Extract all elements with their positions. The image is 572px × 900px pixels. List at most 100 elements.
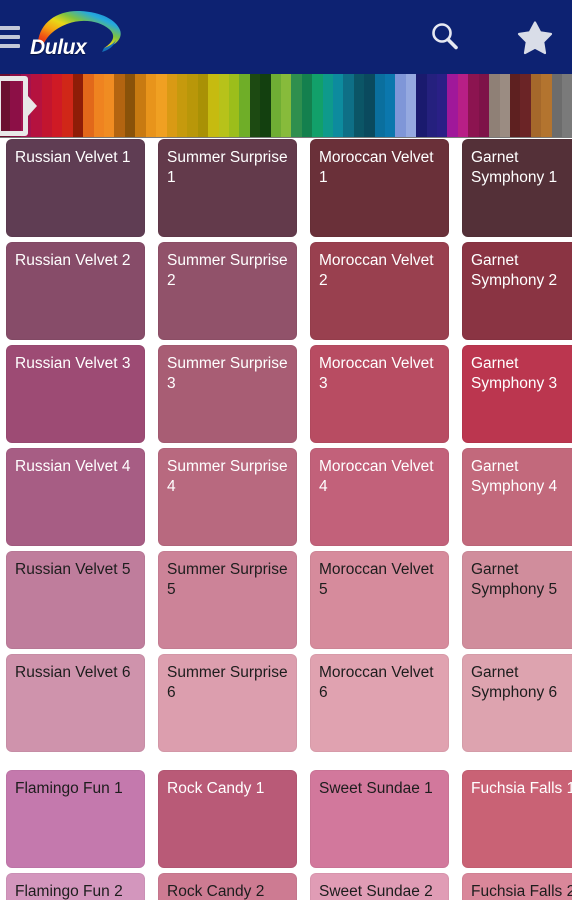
hamburger-bar bbox=[0, 35, 20, 39]
colour-swatch[interactable]: Moroccan Velvet 4 bbox=[310, 448, 449, 546]
spectrum-band[interactable] bbox=[249, 74, 261, 137]
spectrum-band[interactable] bbox=[52, 74, 63, 137]
spectrum-band[interactable] bbox=[499, 74, 510, 137]
colour-swatch[interactable]: Summer Surprise 5 bbox=[158, 551, 297, 649]
spectrum-band[interactable] bbox=[83, 74, 94, 137]
spectrum-band[interactable] bbox=[62, 74, 73, 137]
spectrum-band[interactable] bbox=[489, 74, 500, 137]
search-button[interactable] bbox=[424, 16, 466, 58]
spectrum-band[interactable] bbox=[176, 74, 188, 137]
spectrum-band[interactable] bbox=[301, 74, 313, 137]
spectrum-band[interactable] bbox=[468, 74, 479, 137]
spectrum-band[interactable] bbox=[104, 74, 115, 137]
spectrum-band[interactable] bbox=[270, 74, 281, 137]
spectrum-band[interactable] bbox=[312, 74, 323, 137]
colour-swatch[interactable]: Russian Velvet 6 bbox=[6, 654, 145, 752]
spectrum-band[interactable] bbox=[353, 74, 365, 137]
spectrum-band[interactable] bbox=[239, 74, 250, 137]
favourites-button[interactable] bbox=[514, 16, 556, 58]
spectrum-band[interactable] bbox=[72, 74, 84, 137]
spectrum-band[interactable] bbox=[260, 74, 271, 137]
spectrum-band[interactable] bbox=[0, 74, 11, 137]
spectrum-band[interactable] bbox=[385, 74, 396, 137]
spectrum-band[interactable] bbox=[457, 74, 469, 137]
colour-swatch[interactable]: Rock Candy 2 bbox=[158, 873, 297, 900]
colour-swatch[interactable]: Flamingo Fun 2 bbox=[6, 873, 145, 900]
spectrum-band[interactable] bbox=[218, 74, 229, 137]
app-header: Dulux bbox=[0, 0, 572, 74]
colour-swatch-label: Russian Velvet 6 bbox=[15, 664, 131, 681]
spectrum-band[interactable] bbox=[31, 74, 42, 137]
colour-swatch[interactable]: Moroccan Velvet 5 bbox=[310, 551, 449, 649]
colour-swatch[interactable]: Moroccan Velvet 1 bbox=[310, 139, 449, 237]
hamburger-menu-icon[interactable] bbox=[0, 26, 20, 48]
colour-swatch[interactable]: Moroccan Velvet 2 bbox=[310, 242, 449, 340]
colour-swatch[interactable]: Russian Velvet 3 bbox=[6, 345, 145, 443]
colour-swatch[interactable]: Moroccan Velvet 6 bbox=[310, 654, 449, 752]
spectrum-band[interactable] bbox=[395, 74, 406, 137]
colour-swatch[interactable]: Fuchsia Falls 2 bbox=[462, 873, 572, 900]
spectrum-band[interactable] bbox=[333, 74, 344, 137]
colour-swatch[interactable]: Sweet Sundae 1 bbox=[310, 770, 449, 868]
colour-swatch[interactable]: Summer Surprise 2 bbox=[158, 242, 297, 340]
colour-swatch[interactable]: Garnet Symphony 3 bbox=[462, 345, 572, 443]
colour-swatch[interactable]: Garnet Symphony 4 bbox=[462, 448, 572, 546]
spectrum-band[interactable] bbox=[145, 74, 157, 137]
colour-swatch[interactable]: Summer Surprise 3 bbox=[158, 345, 297, 443]
spectrum-band[interactable] bbox=[124, 74, 136, 137]
spectrum-band[interactable] bbox=[20, 74, 32, 137]
colour-swatch[interactable]: Rock Candy 1 bbox=[158, 770, 297, 868]
colour-swatch[interactable]: Flamingo Fun 1 bbox=[6, 770, 145, 868]
colour-swatch[interactable]: Garnet Symphony 2 bbox=[462, 242, 572, 340]
spectrum-band[interactable] bbox=[322, 74, 333, 137]
spectrum-band[interactable] bbox=[405, 74, 417, 137]
spectrum-band[interactable] bbox=[520, 74, 531, 137]
spectrum-band[interactable] bbox=[509, 74, 521, 137]
spectrum-band[interactable] bbox=[10, 74, 21, 137]
colour-swatch-label: Rock Candy 2 bbox=[167, 883, 265, 900]
spectrum-band[interactable] bbox=[478, 74, 490, 137]
colour-swatch[interactable]: Russian Velvet 1 bbox=[6, 139, 145, 237]
colour-swatch[interactable]: Russian Velvet 5 bbox=[6, 551, 145, 649]
spectrum-band[interactable] bbox=[291, 74, 302, 137]
spectrum-band[interactable] bbox=[541, 74, 552, 137]
spectrum-band[interactable] bbox=[447, 74, 458, 137]
spectrum-band[interactable] bbox=[416, 74, 427, 137]
spectrum-band[interactable] bbox=[187, 74, 198, 137]
spectrum-band[interactable] bbox=[426, 74, 438, 137]
spectrum-band[interactable] bbox=[530, 74, 542, 137]
spectrum-band[interactable] bbox=[197, 74, 209, 137]
spectrum-band[interactable] bbox=[114, 74, 125, 137]
colour-swatch[interactable]: Fuchsia Falls 1 bbox=[462, 770, 572, 868]
dulux-logo[interactable]: Dulux bbox=[24, 8, 134, 64]
colour-swatch[interactable]: Garnet Symphony 6 bbox=[462, 654, 572, 752]
spectrum-band[interactable] bbox=[561, 74, 572, 137]
colour-swatch[interactable]: Sweet Sundae 2 bbox=[310, 873, 449, 900]
spectrum-band[interactable] bbox=[364, 74, 375, 137]
colour-swatch[interactable]: Summer Surprise 4 bbox=[158, 448, 297, 546]
spectrum-band[interactable] bbox=[156, 74, 167, 137]
spectrum-band[interactable] bbox=[374, 74, 386, 137]
spectrum-band[interactable] bbox=[93, 74, 105, 137]
palette-scroll-area[interactable]: Russian Velvet 1 Russian Velvet 2 Russian … bbox=[0, 139, 572, 900]
palette-column: Garnet Symphony 1 Garnet Symphony 2 Garnet… bbox=[462, 139, 572, 752]
brand-wordmark: Dulux bbox=[30, 36, 87, 59]
colour-swatch[interactable]: Summer Surprise 1 bbox=[158, 139, 297, 237]
colour-swatch[interactable]: Russian Velvet 2 bbox=[6, 242, 145, 340]
spectrum-band[interactable] bbox=[280, 74, 292, 137]
spectrum-band[interactable] bbox=[208, 74, 219, 137]
color-family-spectrum[interactable] bbox=[0, 74, 572, 138]
spectrum-band[interactable] bbox=[135, 74, 146, 137]
spectrum-band[interactable] bbox=[228, 74, 240, 137]
colour-swatch[interactable]: Russian Velvet 4 bbox=[6, 448, 145, 546]
spectrum-band[interactable] bbox=[437, 74, 448, 137]
spectrum-band[interactable] bbox=[166, 74, 177, 137]
colour-swatch[interactable]: Summer Surprise 6 bbox=[158, 654, 297, 752]
spectrum-band[interactable] bbox=[41, 74, 53, 137]
spectrum-band[interactable] bbox=[343, 74, 354, 137]
colour-swatch[interactable]: Garnet Symphony 1 bbox=[462, 139, 572, 237]
colour-swatch[interactable]: Garnet Symphony 5 bbox=[462, 551, 572, 649]
spectrum-band[interactable] bbox=[551, 74, 562, 137]
spectrum-bands[interactable] bbox=[0, 74, 572, 137]
colour-swatch[interactable]: Moroccan Velvet 3 bbox=[310, 345, 449, 443]
